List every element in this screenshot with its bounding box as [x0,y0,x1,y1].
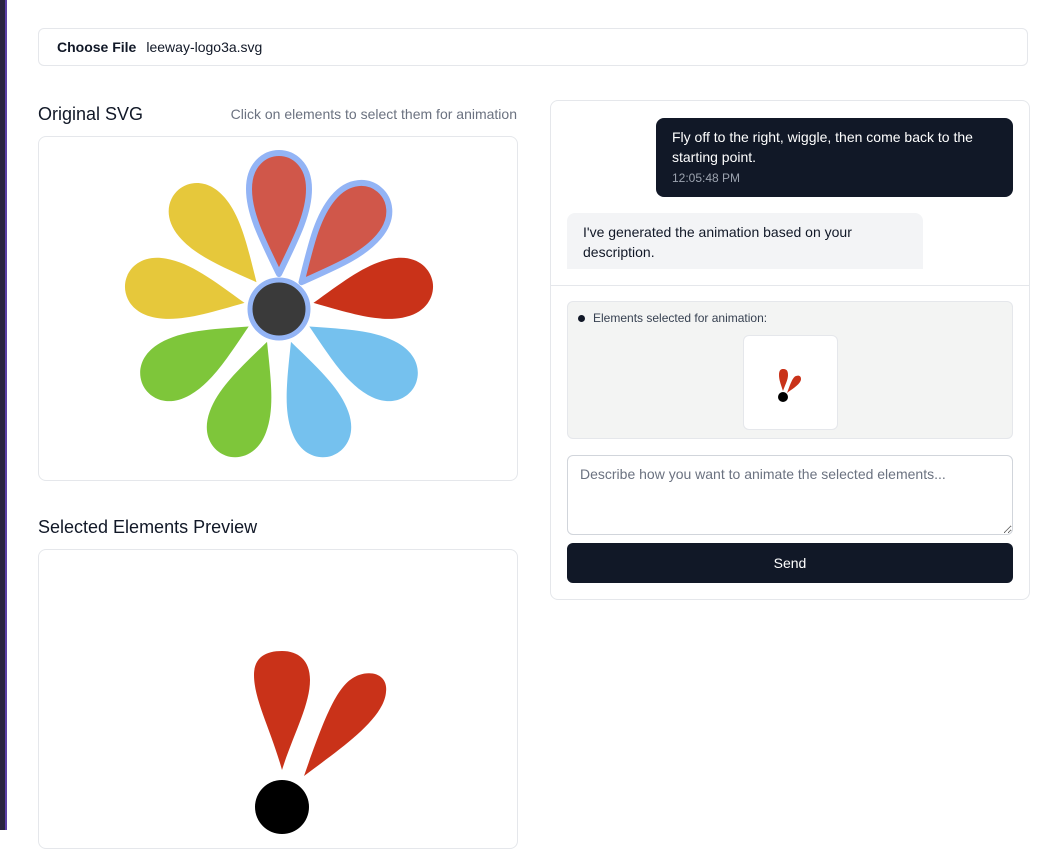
flower-logo[interactable] [39,137,518,481]
chat-divider [551,285,1029,286]
preview-petal-left [254,651,310,770]
selected-elements-label: Elements selected for animation: [578,311,767,325]
preview-petal-right [304,673,387,776]
bullet-icon [578,314,585,322]
preview-title: Selected Elements Preview [38,517,258,537]
original-svg-title: Original SVG [38,104,144,124]
preview-center [255,780,309,834]
send-button[interactable]: Send [567,543,1013,583]
petal-top-left-red[interactable] [246,150,312,277]
flower-center[interactable] [247,277,311,341]
choose-file-button[interactable]: Choose File [57,39,136,55]
select-hint: Click on elements to select them for ani… [230,106,517,122]
chat-panel: Fly off to the right, wiggle, then come … [550,100,1030,600]
user-message-text: Fly off to the right, wiggle, then come … [672,129,973,165]
assistant-message-text: I've generated the animation based on yo… [583,224,852,260]
thumbnail-icon [777,368,801,402]
message-timestamp: 12:05:48 PM [672,171,741,185]
animation-prompt-input[interactable] [567,455,1013,535]
selected-elements-text: Elements selected for animation: [593,311,768,325]
selected-elements-box: Elements selected for animation: [567,301,1013,439]
file-input[interactable]: Choose File leeway-logo3a.svg [38,28,1028,66]
selected-elements-preview [254,651,387,834]
original-svg-panel [38,136,518,481]
window-edge [0,0,7,830]
assistant-message: I've generated the animation based on yo… [567,213,923,269]
preview-panel [38,549,518,849]
user-message: Fly off to the right, wiggle, then come … [656,118,1013,197]
file-name: leeway-logo3a.svg [146,39,263,55]
selected-elements-thumbnail [743,335,838,430]
